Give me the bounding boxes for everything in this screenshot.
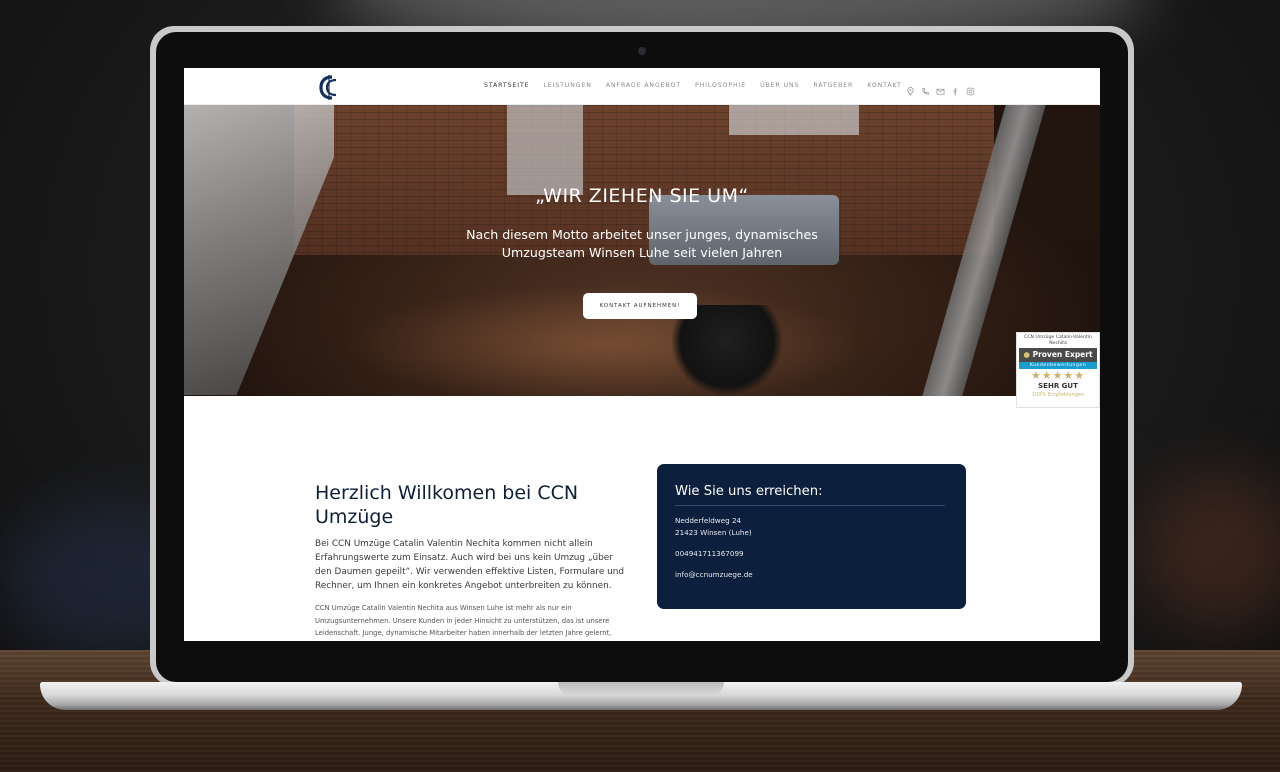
laptop-notch xyxy=(558,682,724,696)
social-icons xyxy=(906,81,975,96)
mail-icon[interactable] xyxy=(936,81,945,95)
nav-kontakt[interactable]: KONTAKT xyxy=(867,82,901,89)
badge-logo-text: Proven Expert xyxy=(1032,350,1093,359)
contact-title: Wie Sie uns erreichen: xyxy=(675,484,823,499)
hero-section: „WIR ZIEHEN SIE UM“ Nach diesem Motto ar… xyxy=(184,105,1100,396)
contact-phone-link[interactable]: 004941711367099 xyxy=(675,548,744,560)
main-menu: STARTSEITE LEISTUNGEN ANFRAGE ANGEBOT PH… xyxy=(484,82,902,89)
nav-ueber-uns[interactable]: ÜBER UNS xyxy=(760,82,799,89)
contact-email-link[interactable]: info@ccnumzuege.de xyxy=(675,569,753,581)
nav-anfrage-angebot[interactable]: ANFRAGE ANGEBOT xyxy=(606,82,681,89)
nav-philosophie[interactable]: PHILOSOPHIE xyxy=(695,82,746,89)
welcome-paragraph: Bei CCN Umzüge Catalin Valentin Nechita … xyxy=(315,539,624,591)
hero-title: „WIR ZIEHEN SIE UM“ xyxy=(535,185,749,207)
welcome-paragraph-small: CCN Umzüge Catalin Valentin Nechita aus … xyxy=(315,604,612,637)
ccn-logo[interactable] xyxy=(318,74,340,101)
camera-icon xyxy=(638,47,646,55)
nav-ratgeber[interactable]: RATGEBER xyxy=(813,82,853,89)
contact-city: 21423 Winsen (Luhe) xyxy=(675,528,752,537)
nav-leistungen[interactable]: LEISTUNGEN xyxy=(543,82,591,89)
facebook-icon[interactable] xyxy=(951,81,960,96)
hero-subtitle: Nach diesem Motto arbeitet unser junges,… xyxy=(466,227,818,260)
star-rating-icon: ★★★★★ xyxy=(1030,369,1086,382)
badge-company-name: CCN Umzüge Catalin-Valentin Nechita xyxy=(1024,335,1092,346)
instagram-icon[interactable] xyxy=(966,81,975,96)
proven-expert-badge[interactable]: CCN Umzüge Catalin-Valentin Nechita ● Pr… xyxy=(1016,332,1100,408)
contact-street: Nedderfeldweg 24 xyxy=(675,516,742,525)
top-navigation: STARTSEITE LEISTUNGEN ANFRAGE ANGEBOT PH… xyxy=(184,68,1100,105)
contact-button[interactable]: KONTAKT AUFNEHMEN! xyxy=(583,293,697,319)
website-screen: STARTSEITE LEISTUNGEN ANFRAGE ANGEBOT PH… xyxy=(184,68,1100,641)
badge-recommendation: 100% Empfehlungen xyxy=(1031,392,1085,398)
map-pin-icon[interactable] xyxy=(906,81,915,96)
hero-window xyxy=(507,105,583,195)
divider xyxy=(675,505,945,506)
nav-startseite[interactable]: STARTSEITE xyxy=(484,82,529,89)
hero-window xyxy=(729,105,859,135)
welcome-heading: Herzlich Willkomen bei CCN Umzüge xyxy=(315,482,579,528)
badge-subtitle: Kundenbewertungen xyxy=(1019,362,1097,369)
phone-icon[interactable] xyxy=(921,81,930,95)
contact-card: Wie Sie uns erreichen: Nedderfeldweg 24 … xyxy=(657,464,966,609)
badge-grade: SEHR GUT xyxy=(1038,382,1078,390)
proven-expert-logo: ● Proven Expert xyxy=(1019,348,1097,362)
background-blur xyxy=(1140,470,1280,630)
